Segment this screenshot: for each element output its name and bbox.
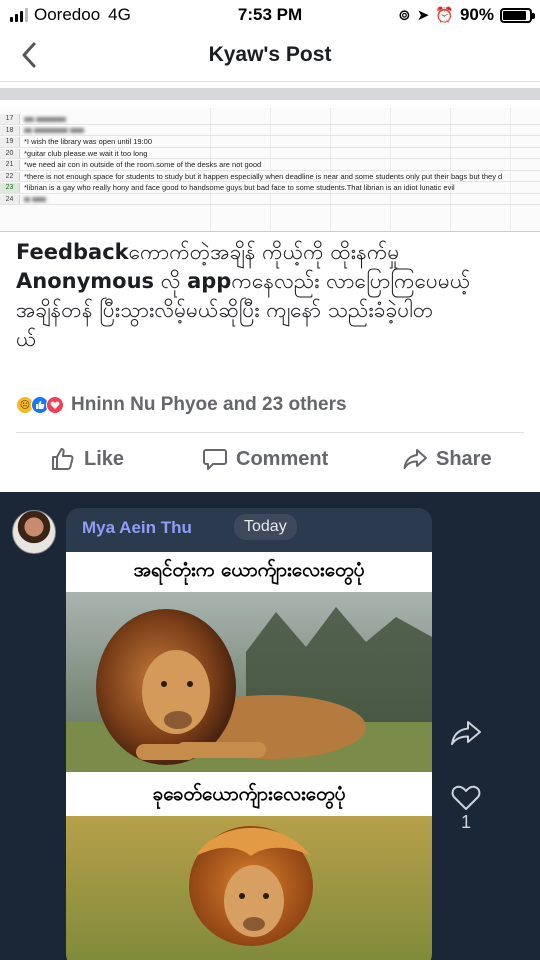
- screen-lock-icon: ⊚: [398, 7, 411, 24]
- row-text: *I wish the library was open until 19:00: [24, 137, 152, 146]
- sheet-row: 19 *I wish the library was open until 19…: [0, 137, 540, 148]
- row-number: 24: [0, 194, 20, 205]
- date-badge: Today: [234, 514, 297, 540]
- meme-image[interactable]: အရင်တုံးက ယောက်ျားလေးတွေပုံ ခုခေတ်ယောက်ျ…: [66, 552, 432, 960]
- sheet-row: 17: [0, 114, 540, 125]
- battery-icon: [500, 7, 535, 23]
- row-number: 23: [0, 183, 20, 193]
- sender-name[interactable]: Mya Aein Thu: [82, 518, 192, 538]
- reactions-summary[interactable]: ☹ Hninn Nu Phyoe and 23 others: [16, 394, 347, 416]
- redacted-text: [24, 195, 47, 205]
- share-button[interactable]: Share: [402, 446, 492, 472]
- post-text-bold: app: [187, 269, 232, 293]
- heart-like-count: 1: [460, 812, 471, 832]
- sheet-row: 20 *guitar club please.we wait it too lo…: [0, 148, 540, 159]
- divider: [16, 432, 524, 433]
- row-number: 19: [0, 137, 20, 147]
- row-number: 18: [0, 125, 20, 136]
- post-text: ကနေလည်း လာပြောကြပေမယ့်: [231, 269, 471, 293]
- share-label: Share: [436, 447, 492, 470]
- row-number: 22: [0, 171, 20, 182]
- battery-fill: [503, 10, 527, 20]
- post-text-bold: Anonymous: [16, 269, 155, 293]
- row-text: *there is not enough space for students …: [24, 171, 503, 181]
- avatar[interactable]: [12, 510, 56, 554]
- forward-button[interactable]: [448, 718, 484, 748]
- forward-arrow-icon: [451, 721, 481, 745]
- reactions-count-text: Hninn Nu Phyoe and 23 others: [71, 394, 347, 415]
- post-line: အချိန်တန် ပြီးသွားလိမ့်မယ်ဆိုပြီး ကျနော်…: [16, 298, 434, 322]
- message-bubble: Mya Aein Thu Today အရင်တုံးက ယောက်ျားလေး…: [66, 508, 432, 960]
- post-text-bold: Feedback: [16, 240, 129, 264]
- spreadsheet-image[interactable]: 17 18 19 *I wish the library was open un…: [0, 108, 540, 232]
- post-text: လို: [154, 269, 188, 293]
- shared-chat-screenshot[interactable]: Mya Aein Thu Today အရင်တုံးက ယောက်ျားလေး…: [0, 492, 540, 960]
- page-title: Kyaw's Post: [208, 43, 332, 66]
- location-icon: ➤: [416, 7, 430, 24]
- sheet-row: 23 *librian is a gay who really hony and…: [0, 183, 540, 194]
- row-number: 21: [0, 160, 20, 170]
- share-icon: [403, 449, 427, 469]
- post-body: Feedbackကောက်တဲ့အချိန် ကိုယ့်ကို ထိုးနက်…: [16, 238, 531, 354]
- row-text: *guitar club please.we wait it too long: [24, 148, 148, 158]
- comment-button[interactable]: Comment: [202, 446, 328, 472]
- sheet-row: 21 *we need air con in outside of the ro…: [0, 160, 540, 171]
- spacer: [0, 480, 540, 492]
- section-divider: [0, 88, 540, 100]
- meme-caption-top: အရင်တုံးက ယောက်ျားလေးတွေပုံ: [66, 552, 432, 592]
- sheet-row: 18: [0, 125, 540, 136]
- redacted-text: [24, 126, 85, 136]
- row-text: *librian is a gay who really hony and fa…: [24, 183, 455, 192]
- like-label: Like: [84, 447, 125, 470]
- alarm-icon: ⏰: [435, 7, 454, 24]
- meme-caption-bottom: ခုခေတ်ယောက်ျားလေးတွေပုံ: [66, 772, 432, 816]
- row-number: 20: [0, 148, 20, 159]
- love-reaction-icon: [46, 396, 64, 414]
- row-number: 17: [0, 114, 20, 124]
- sheet-row: 24: [0, 194, 540, 205]
- post-line: Anonymous လို appကနေလည်း လာပြောကြပေမယ့်: [16, 267, 531, 296]
- row-text: *we need air con in outside of the room.…: [24, 160, 262, 169]
- nav-bar: Kyaw's Post: [0, 30, 540, 82]
- thumbs-up-icon: [52, 448, 74, 470]
- heart-icon: [451, 785, 481, 810]
- status-bar: Ooredoo 4G 7:53 PM ⊚ ➤ ⏰ 90%: [0, 0, 540, 30]
- like-button[interactable]: Like: [50, 446, 124, 472]
- battery-percent: 90%: [459, 5, 494, 24]
- post-line: Feedbackကောက်တဲ့အချိန် ကိုယ့်ကို ထိုးနက်…: [16, 238, 531, 267]
- lion-photo-bottom: [66, 816, 432, 960]
- post-action-bar: Like Comment Share: [0, 440, 540, 480]
- comment-icon: [203, 449, 227, 470]
- sheet-row: 22 *there is not enough space for studen…: [0, 171, 540, 182]
- post-line: ယ်: [16, 327, 37, 351]
- redacted-text: [24, 114, 67, 124]
- post-text: ကောက်တဲ့အချိန် ကိုယ့်ကို ထိုးနက်မှု: [128, 240, 400, 264]
- heart-like-button[interactable]: [450, 782, 482, 812]
- comment-label: Comment: [236, 447, 329, 470]
- lion-photo-top: [66, 592, 432, 772]
